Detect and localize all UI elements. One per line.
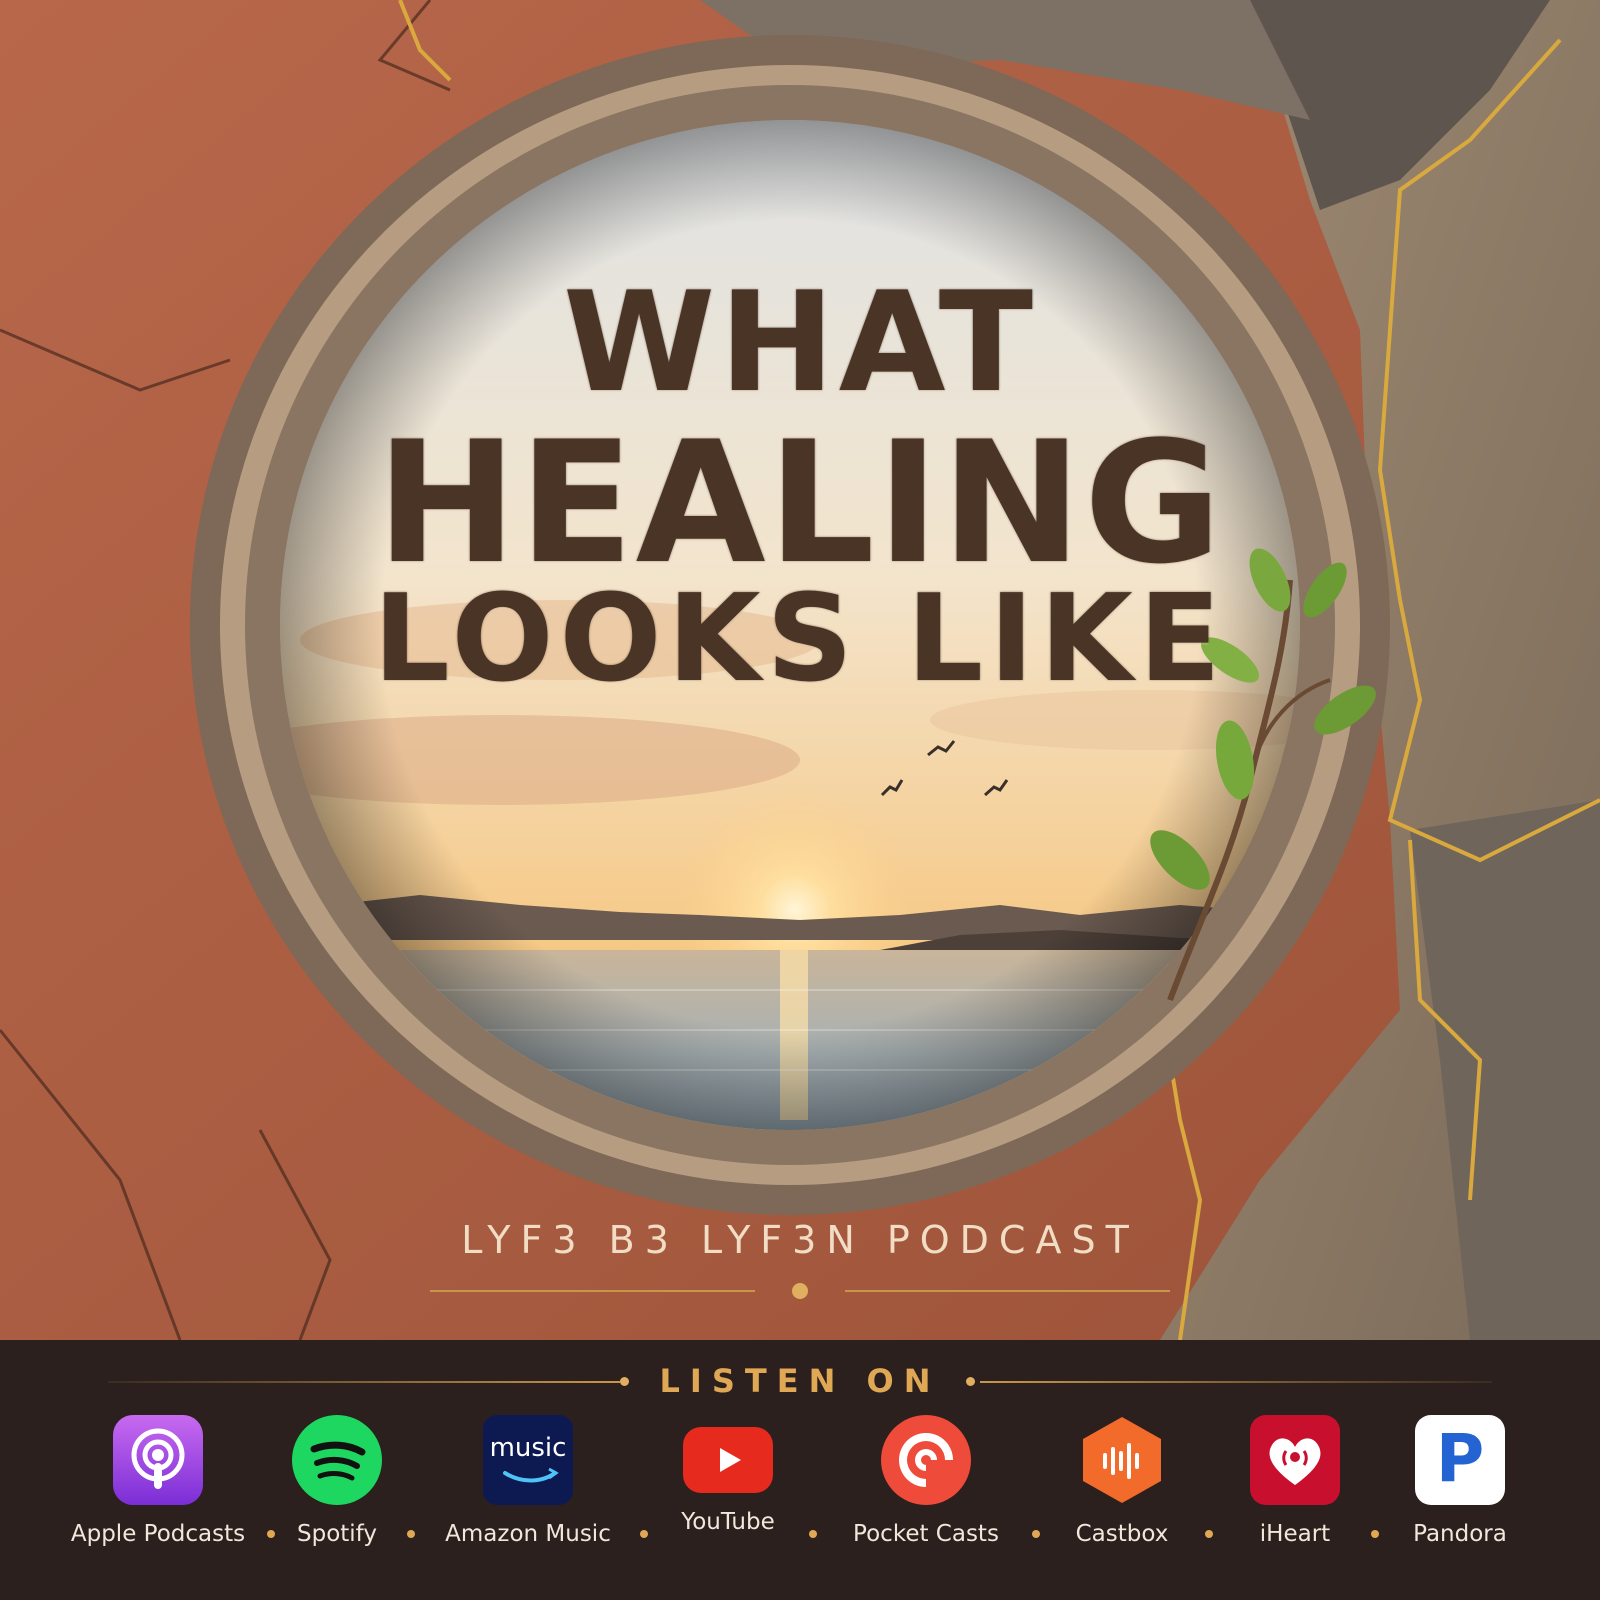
castbox-icon xyxy=(1077,1415,1167,1505)
pocket-casts-icon xyxy=(881,1415,971,1505)
listen-on-bar: LISTEN ON Apple Podcasts Spotify music A… xyxy=(0,1340,1600,1600)
separator-dot xyxy=(809,1530,817,1538)
iheart-icon xyxy=(1250,1415,1340,1505)
platform-label: Pandora xyxy=(1413,1521,1507,1547)
platform-youtube[interactable]: YouTube xyxy=(638,1415,818,1535)
platform-apple-podcasts[interactable]: Apple Podcasts xyxy=(68,1415,248,1547)
platform-label: YouTube xyxy=(681,1509,775,1535)
platform-label: Pocket Casts xyxy=(853,1521,999,1547)
platform-iheart[interactable]: iHeart xyxy=(1205,1415,1385,1547)
platform-castbox[interactable]: Castbox xyxy=(1032,1415,1212,1547)
platform-amazon-music[interactable]: music Amazon Music xyxy=(438,1415,618,1547)
platform-label: Spotify xyxy=(297,1521,377,1547)
podcast-name: LYF3 B3 LYF3N PODCAST xyxy=(461,1218,1139,1262)
apple-podcasts-icon xyxy=(113,1415,203,1505)
separator-dot xyxy=(407,1530,415,1538)
title-line-1: WHAT xyxy=(563,262,1037,423)
youtube-icon xyxy=(683,1427,773,1493)
title-line-3: LOOKS LIKE xyxy=(373,570,1227,709)
pandora-icon-letter: P xyxy=(1435,1420,1485,1497)
platform-label: Amazon Music xyxy=(445,1521,611,1547)
platform-label: iHeart xyxy=(1259,1521,1331,1547)
divider-dot xyxy=(792,1283,808,1299)
platform-label: Apple Podcasts xyxy=(70,1521,246,1547)
amazon-music-icon: music xyxy=(483,1415,573,1505)
platform-pocket-casts[interactable]: Pocket Casts xyxy=(836,1415,1016,1547)
cover-artwork: WHAT HEALING LOOKS LIKE LYF3 B3 LYF3N PO… xyxy=(0,0,1600,1340)
heading-rule-right xyxy=(980,1381,1492,1383)
platform-spotify[interactable]: Spotify xyxy=(247,1415,427,1547)
heading-dot-right xyxy=(966,1377,975,1386)
platform-label: Castbox xyxy=(1075,1521,1169,1547)
spotify-icon xyxy=(292,1415,382,1505)
pandora-icon: P xyxy=(1415,1415,1505,1505)
platform-pandora[interactable]: P Pandora xyxy=(1370,1415,1550,1547)
